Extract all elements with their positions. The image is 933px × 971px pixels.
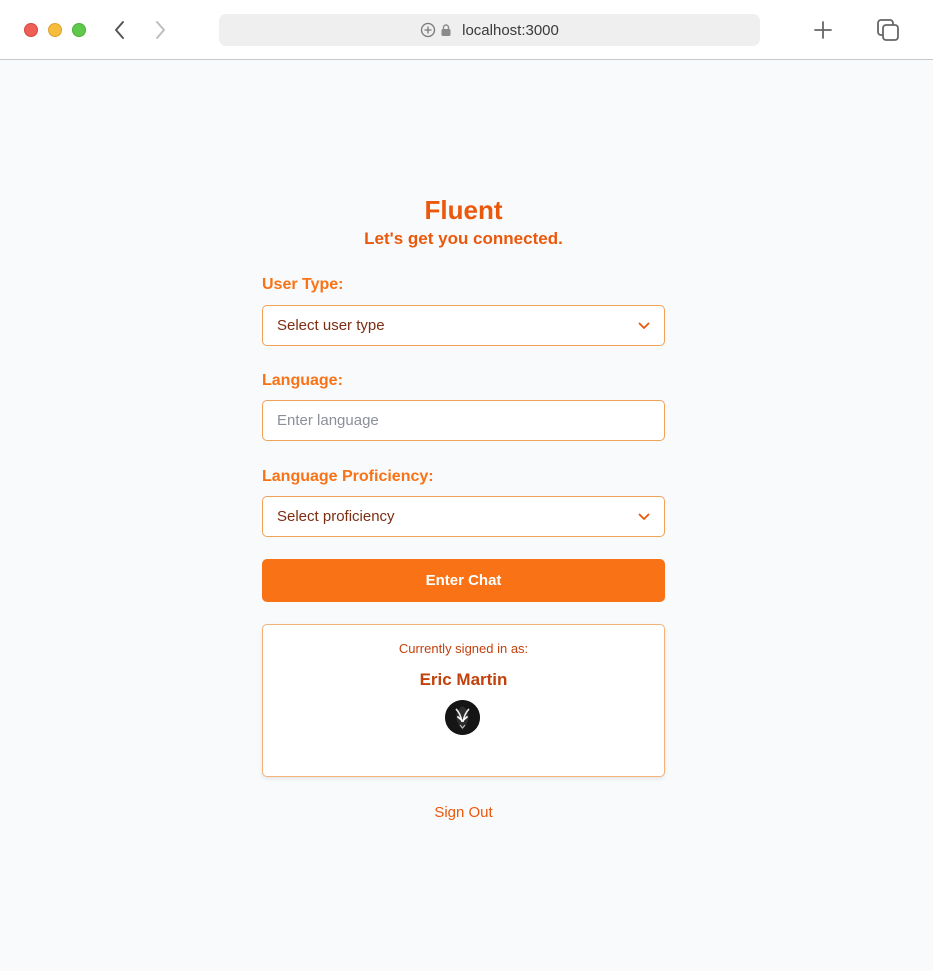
enter-chat-button[interactable]: Enter Chat bbox=[262, 559, 665, 602]
user-type-label: User Type: bbox=[262, 276, 344, 293]
close-window-button[interactable] bbox=[24, 23, 38, 37]
back-button[interactable] bbox=[108, 18, 132, 42]
language-placeholder: Enter language bbox=[277, 412, 379, 429]
tab-overview-button[interactable] bbox=[876, 18, 900, 42]
avatar-icon bbox=[445, 700, 480, 735]
address-url: localhost:3000 bbox=[462, 21, 559, 39]
new-tab-button[interactable] bbox=[811, 18, 835, 42]
user-type-value: Select user type bbox=[277, 317, 385, 334]
proficiency-value: Select proficiency bbox=[277, 508, 395, 525]
proficiency-select[interactable]: Select proficiency bbox=[262, 496, 665, 537]
forward-button[interactable] bbox=[148, 18, 172, 42]
app-title: Fluent bbox=[424, 195, 503, 225]
chevron-left-icon bbox=[115, 21, 124, 39]
language-label: Language: bbox=[262, 372, 343, 389]
chevron-right-icon bbox=[156, 21, 165, 39]
user-name: Eric Martin bbox=[419, 670, 508, 689]
proficiency-label: Language Proficiency: bbox=[262, 468, 434, 485]
signed-in-label: Currently signed in as: bbox=[398, 641, 529, 656]
address-bar[interactable]: localhost:3000 bbox=[219, 14, 760, 46]
zoom-window-button[interactable] bbox=[72, 23, 86, 37]
signed-in-card: Currently signed in as: Eric Martin bbox=[262, 624, 665, 777]
tab-overview-icon bbox=[877, 19, 899, 41]
sign-out-link[interactable]: Sign Out bbox=[262, 804, 665, 821]
chevron-down-icon bbox=[638, 322, 650, 330]
plus-icon bbox=[814, 21, 832, 39]
lock-icon bbox=[440, 23, 452, 37]
minimize-window-button[interactable] bbox=[48, 23, 62, 37]
browser-toolbar: localhost:3000 bbox=[0, 0, 933, 60]
user-type-select[interactable]: Select user type bbox=[262, 305, 665, 346]
app-subtitle: Let's get you connected. bbox=[364, 229, 563, 248]
language-input[interactable]: Enter language bbox=[262, 400, 665, 441]
chevron-down-icon bbox=[638, 513, 650, 521]
site-settings-icon[interactable] bbox=[420, 22, 436, 38]
